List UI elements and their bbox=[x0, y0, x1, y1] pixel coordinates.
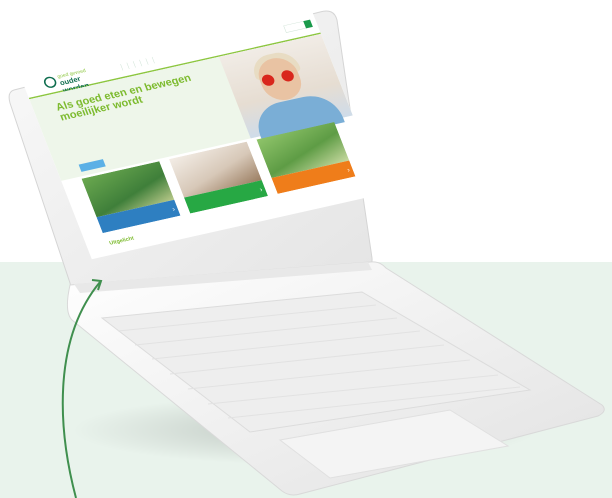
search-input[interactable] bbox=[283, 19, 313, 33]
nav-item-6[interactable] bbox=[147, 56, 155, 65]
chevron-right-icon: › bbox=[258, 185, 264, 194]
chevron-right-icon: › bbox=[170, 204, 176, 213]
search-icon[interactable] bbox=[303, 19, 313, 29]
nav-item-5[interactable] bbox=[141, 58, 149, 66]
main-nav bbox=[116, 56, 155, 72]
hero-button[interactable] bbox=[78, 159, 106, 172]
logo-mark-icon bbox=[42, 75, 59, 90]
nav-item-2[interactable] bbox=[122, 62, 130, 70]
nav-item-1[interactable] bbox=[116, 64, 124, 72]
nav-item-3[interactable] bbox=[128, 61, 136, 69]
uitgelicht-heading: Uitgelicht bbox=[108, 235, 135, 247]
chevron-right-icon: › bbox=[345, 165, 351, 174]
nav-item-4[interactable] bbox=[135, 59, 143, 68]
